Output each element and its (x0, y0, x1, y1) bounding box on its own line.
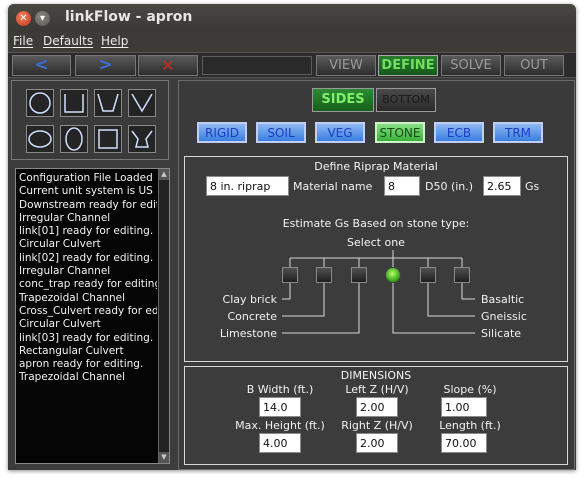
log-line: Cross_Culvert ready for editing. (19, 304, 157, 317)
back-button[interactable]: < (12, 55, 71, 76)
dimensions-panel: DIMENSIONS B Width (ft.) Left Z (H/V) Sl… (184, 366, 568, 465)
max-height-label: Max. Height (ft.) (235, 419, 325, 432)
window-title: linkFlow - apron (65, 9, 193, 25)
length-label: Length (ft.) (439, 419, 501, 432)
left-z-label: Left Z (H/V) (345, 383, 409, 396)
stone-silicate-label: Silicate (481, 327, 522, 340)
stone-basaltic-label: Basaltic (481, 293, 525, 306)
dimensions-title: DIMENSIONS (340, 369, 412, 382)
log-line: conc_trap ready for editing. (19, 278, 157, 291)
box-culvert-shape-button[interactable] (94, 125, 122, 153)
ellipse-shape-button[interactable] (26, 125, 54, 153)
stone-clay-brick-radio[interactable] (282, 267, 298, 283)
material-soil-button[interactable]: SOIL (256, 122, 306, 143)
ellipse-icon (28, 130, 52, 148)
trapezoid-icon (97, 93, 119, 112)
log-line: Circular Culvert (19, 238, 101, 251)
log-scrollbar[interactable]: ▲ ▼ (158, 169, 169, 463)
log-line: apron ready for editing. (19, 358, 144, 371)
status-field (202, 56, 312, 75)
stone-concrete-radio[interactable] (316, 267, 332, 283)
out-button[interactable]: OUT (504, 55, 564, 76)
oval-icon (65, 127, 83, 151)
oval-shape-button[interactable] (60, 125, 88, 153)
log-line: Rectangular Culvert (19, 344, 124, 357)
cancel-button[interactable]: ✕ (138, 55, 198, 76)
rectangle-shape-button[interactable] (60, 89, 88, 117)
material-ecb-button[interactable]: ECB (434, 122, 484, 143)
material-trm-button[interactable]: TRM (493, 122, 543, 143)
log-line: link[01] ready for editing. (19, 225, 154, 238)
circle-shape-button[interactable] (26, 89, 54, 117)
stone-basaltic-radio[interactable] (454, 267, 470, 283)
toolbar: < > ✕ VIEW DEFINE SOLVE OUT (8, 52, 576, 78)
log-line: Downstream ready for editing. (19, 198, 157, 211)
log-line: Trapezoidal Channel (19, 291, 126, 304)
solve-button[interactable]: SOLVE (441, 55, 501, 76)
material-stone-button[interactable]: STONE (375, 122, 425, 143)
view-button[interactable]: VIEW (316, 55, 376, 76)
menu-file[interactable]: File (13, 34, 33, 48)
trapezoid-shape-button[interactable] (94, 89, 122, 117)
stone-gneissic-radio[interactable] (420, 267, 436, 283)
stone-clay-brick-label: Clay brick (222, 293, 277, 306)
left-z-input[interactable] (356, 397, 398, 417)
stone-limestone-radio[interactable] (351, 267, 367, 283)
define-panel: SIDES BOTTOM RIGID SOIL VEG STONE ECB TRM Def… (178, 80, 575, 470)
rectangle-icon (98, 129, 118, 149)
minimize-window-button[interactable]: ▾ (35, 11, 50, 26)
trapezoid-v-icon (131, 130, 153, 148)
log-line: Current unit system is US (19, 185, 153, 198)
menu-bar: File Defaults Help (8, 32, 576, 52)
triangle-icon (131, 93, 153, 113)
log-line: Irregular Channel (19, 211, 111, 224)
stone-silicate-radio[interactable] (385, 267, 401, 283)
material-veg-button[interactable]: VEG (315, 122, 365, 143)
right-z-input[interactable] (356, 433, 398, 453)
stone-gneissic-label: Gneissic (481, 310, 527, 323)
log-lines: Configuration File Loaded Current unit sy… (17, 172, 157, 385)
menu-defaults[interactable]: Defaults (43, 34, 93, 48)
close-window-button[interactable]: ✕ (16, 11, 31, 26)
channel-shape-palette (11, 80, 169, 160)
app-window: ✕ ▾ linkFlow - apron File Defaults Help … (8, 4, 576, 470)
title-bar: ✕ ▾ linkFlow - apron (8, 4, 576, 32)
b-width-label: B Width (ft.) (246, 383, 314, 396)
log-line: Configuration File Loaded (19, 172, 153, 184)
riprap-panel: Define Riprap Material Material name D50… (184, 156, 568, 362)
length-input[interactable] (441, 433, 487, 453)
irregular-shape-button[interactable] (128, 125, 156, 153)
log-line: link[03] ready for editing. (19, 331, 154, 344)
scroll-up-icon[interactable]: ▲ (159, 169, 169, 180)
stone-concrete-label: Concrete (227, 310, 277, 323)
message-log[interactable]: Configuration File Loaded Current unit sy… (15, 168, 170, 464)
log-line: link[02] ready for editing. (19, 251, 154, 264)
menu-help[interactable]: Help (101, 34, 128, 48)
define-button[interactable]: DEFINE (378, 55, 438, 76)
max-height-input[interactable] (259, 433, 301, 453)
forward-button[interactable]: > (75, 55, 136, 76)
triangle-shape-button[interactable] (128, 89, 156, 117)
b-width-input[interactable] (259, 397, 301, 417)
circle-icon (29, 92, 51, 114)
slope-input[interactable] (441, 397, 487, 417)
log-line: Trapezoidal Channel (19, 371, 126, 384)
tab-sides[interactable]: SIDES (312, 88, 374, 112)
rectangle-icon (64, 94, 84, 113)
material-rigid-button[interactable]: RIGID (197, 122, 247, 143)
scroll-down-icon[interactable]: ▼ (159, 452, 169, 463)
right-z-label: Right Z (H/V) (341, 419, 413, 432)
tab-bottom[interactable]: BOTTOM (376, 88, 436, 112)
stone-limestone-label: Limestone (219, 327, 277, 340)
log-line: Irregular Channel (19, 265, 111, 278)
slope-label: Slope (%) (443, 383, 497, 396)
log-line: Circular Culvert (19, 318, 101, 331)
